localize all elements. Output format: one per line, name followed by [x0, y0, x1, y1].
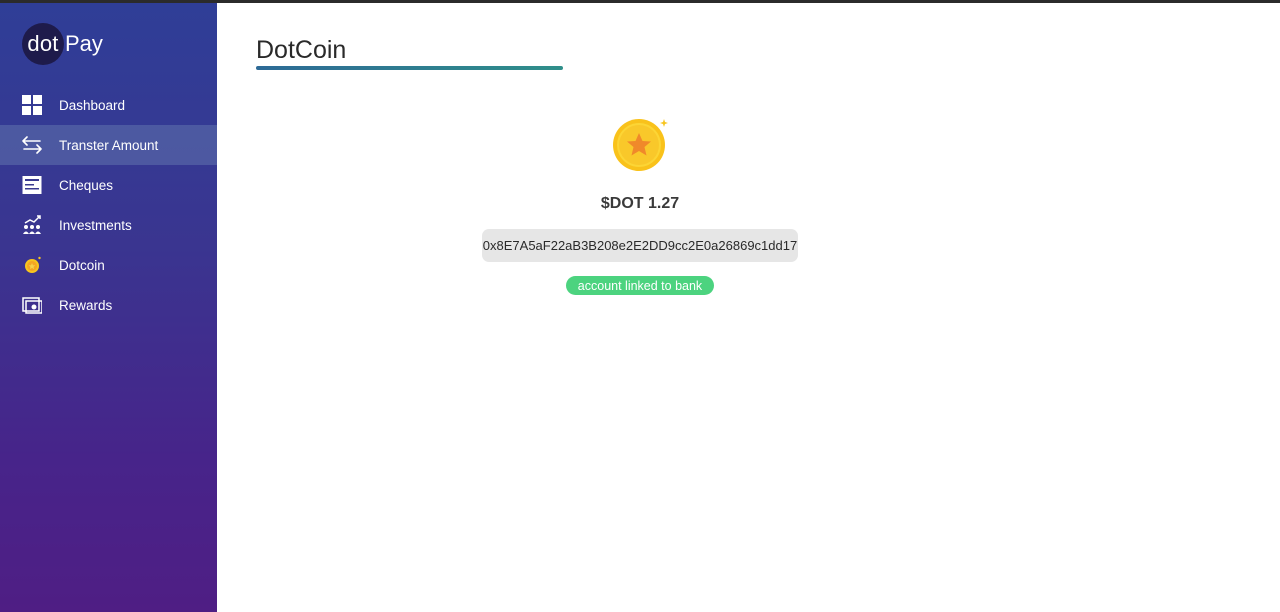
coin-icon — [22, 255, 42, 275]
sidebar-item-cheques[interactable]: Cheques — [0, 165, 217, 205]
title-underline — [256, 66, 563, 70]
sidebar-item-label: Dashboard — [59, 97, 126, 113]
cheque-icon — [22, 175, 42, 195]
dotcoin-balance: $DOT 1.27 — [600, 195, 680, 212]
rewards-icon — [22, 295, 42, 315]
app-logo[interactable]: dot Pay — [22, 23, 103, 65]
wallet-address[interactable]: 0x8E7A5aF22aB3B208e2E2DD9cc2E0a26869c1dd… — [482, 229, 798, 262]
sidebar-item-dotcoin[interactable]: Dotcoin — [0, 245, 217, 285]
logo-dot-circle: dot — [22, 23, 64, 65]
main-content: DotCoin $DOT 1.27 0x8E7A5aF22aB3B208e2E2… — [217, 3, 1280, 612]
sidebar-item-transfer-amount[interactable]: Transter Amount — [0, 125, 217, 165]
gold-star-coin-icon — [612, 116, 668, 172]
sidebar-item-label: Dotcoin — [59, 257, 105, 273]
sidebar-item-label: Investments — [59, 217, 132, 233]
sidebar-item-label: Rewards — [59, 297, 113, 313]
sidebar-item-label: Transter Amount — [59, 137, 159, 153]
sidebar-item-rewards[interactable]: Rewards — [0, 285, 217, 325]
page-title: DotCoin — [256, 36, 347, 64]
sidebar-nav: Dashboard Transter Amount Cheques Invest… — [0, 85, 217, 325]
dashboard-grid-icon — [22, 95, 42, 115]
investments-chart-icon — [22, 215, 42, 235]
logo-dot-text: dot — [27, 31, 59, 56]
sidebar-item-investments[interactable]: Investments — [0, 205, 217, 245]
logo-pay-text: Pay — [65, 31, 103, 56]
status-badge: account linked to bank — [566, 276, 714, 295]
sidebar-item-dashboard[interactable]: Dashboard — [0, 85, 217, 125]
transfer-arrows-icon — [22, 135, 42, 155]
sidebar: dot Pay Dashboard Transter Amount Cheque… — [0, 3, 217, 612]
sidebar-item-label: Cheques — [59, 177, 114, 193]
